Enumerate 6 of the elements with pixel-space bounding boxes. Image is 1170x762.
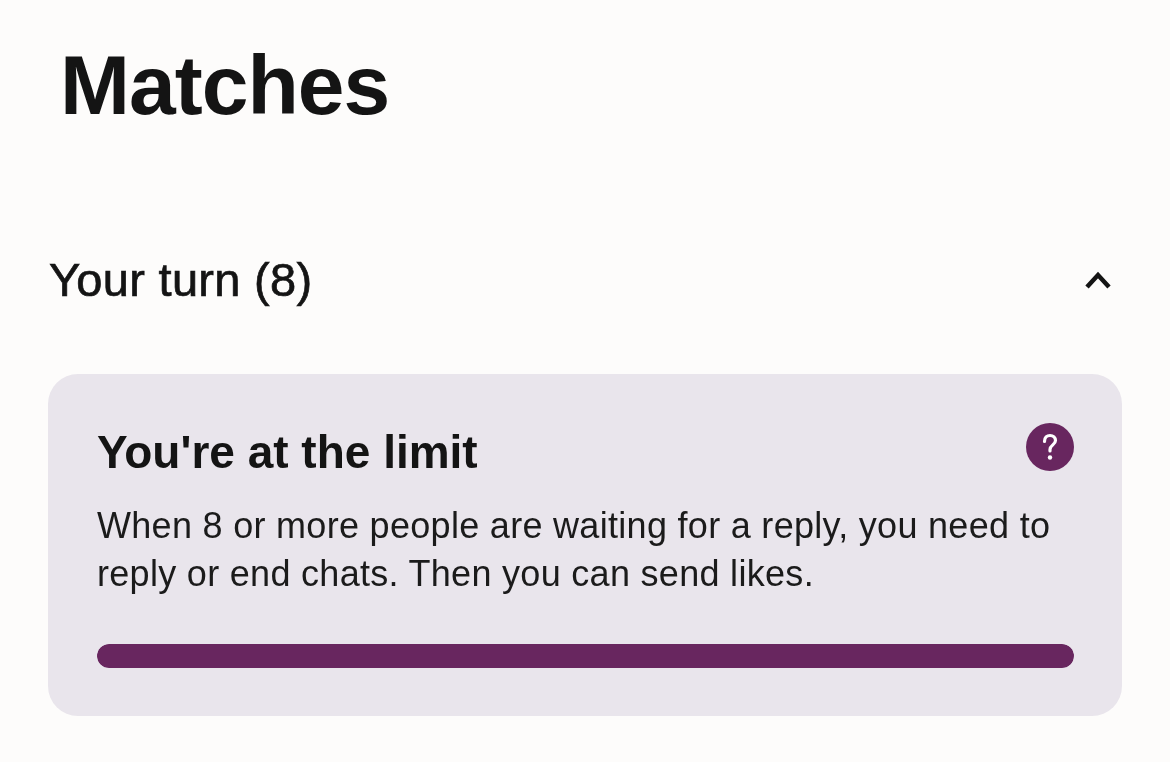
section-title: Your turn (8) [49, 251, 313, 308]
page-title: Matches [60, 37, 391, 134]
help-icon[interactable] [1026, 423, 1074, 471]
chevron-up-icon [1084, 269, 1112, 290]
notice-text: When 8 or more people are waiting for a reply, you need to reply or end chats. Then you can send likes. [97, 504, 1052, 597]
notice-title: You're at the limit [97, 425, 478, 480]
